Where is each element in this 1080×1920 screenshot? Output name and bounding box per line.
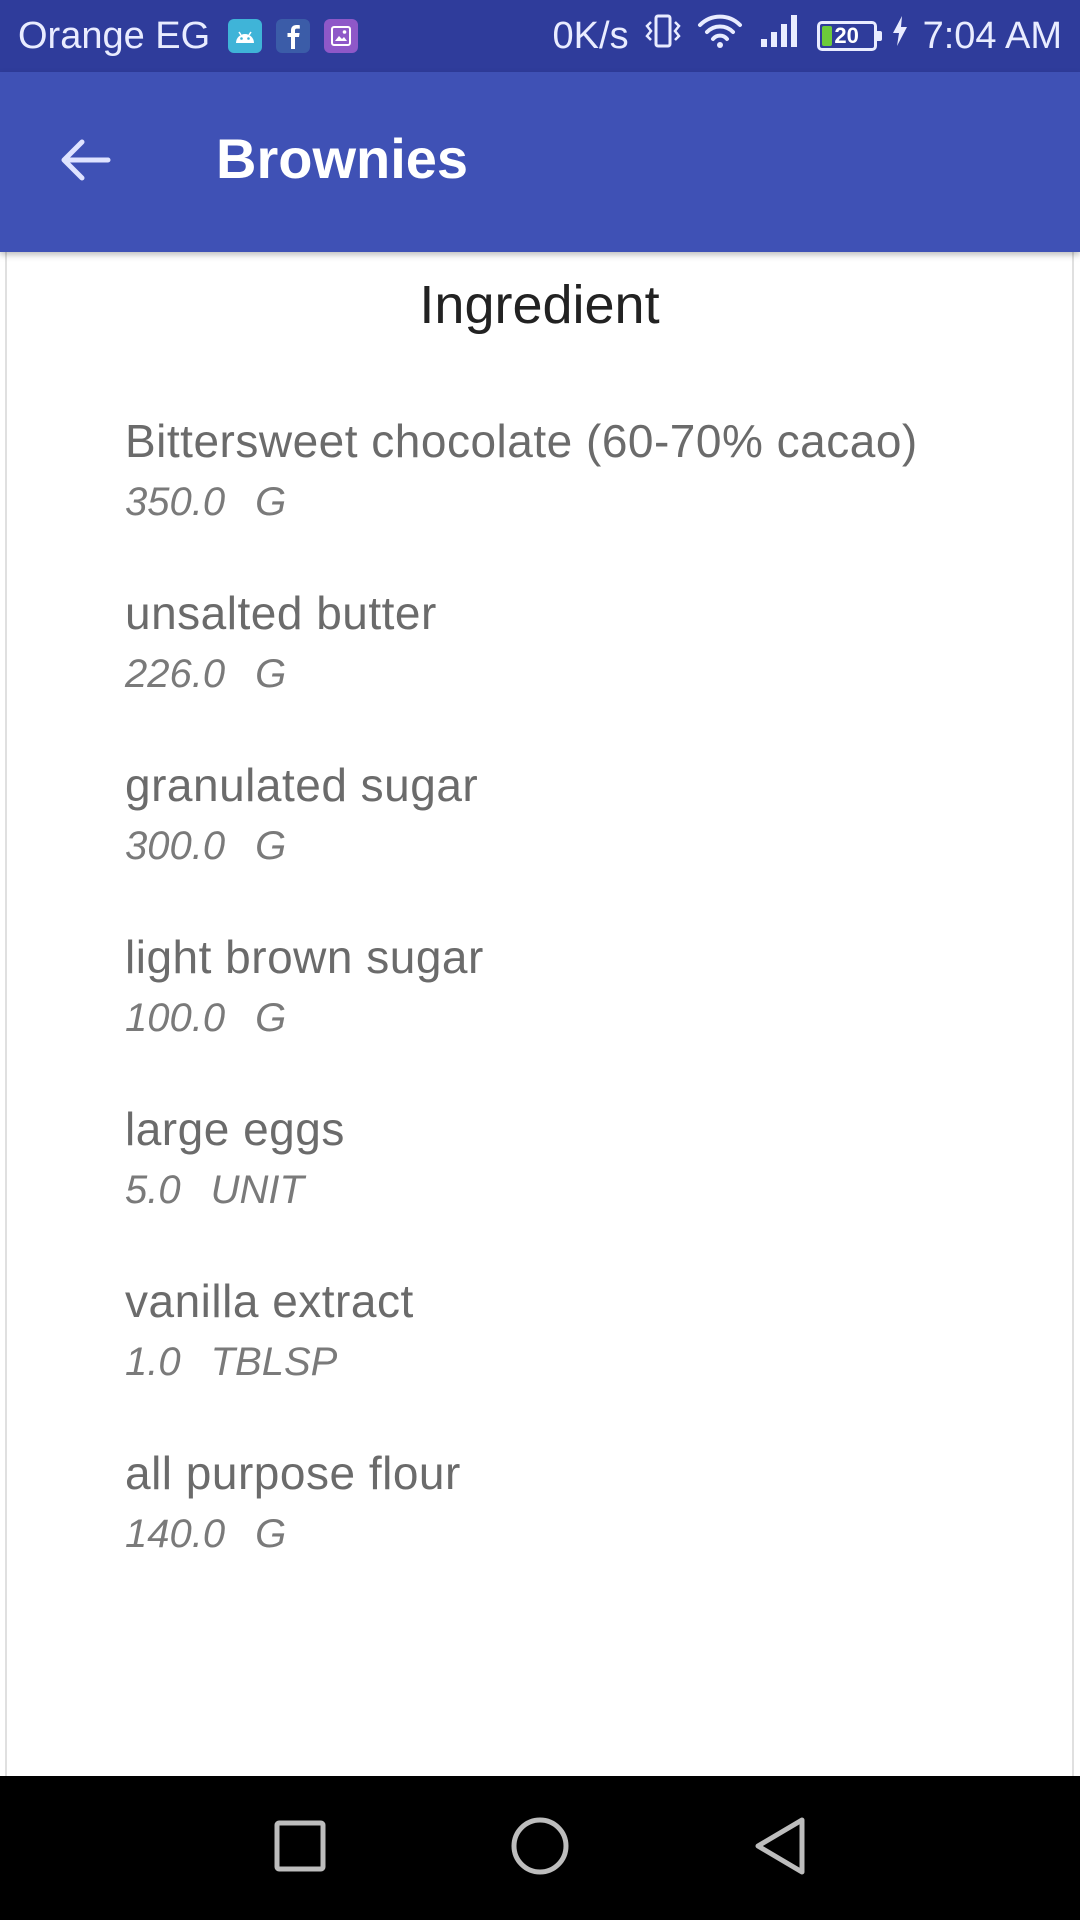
back-button[interactable] (44, 122, 124, 202)
ingredient-name: light brown sugar (125, 931, 484, 983)
ingredient-name: large eggs (125, 1103, 345, 1155)
battery-icon: 20 (816, 21, 882, 51)
section-title: Ingredient (419, 275, 660, 335)
ingredient-quantity: 5.0 UNIT (125, 1164, 945, 1216)
ingredient-panel[interactable]: Ingredient Bittersweet chocolate (60-70%… (5, 252, 1074, 1776)
list-item[interactable]: light brown sugar 100.0 G (125, 928, 945, 1044)
list-item[interactable]: vanilla extract 1.0 TBLSP (125, 1272, 945, 1388)
status-bar: Orange EG 0K/s 20 7:04 AM (0, 0, 1080, 72)
battery-level: 20 (834, 23, 859, 48)
vibrate-icon (643, 13, 683, 59)
list-item[interactable]: granulated sugar 300.0 G (125, 756, 945, 872)
quantity-amount: 140.0 (125, 1512, 226, 1556)
recent-apps-icon (272, 1818, 328, 1879)
quantity-amount: 226.0 (125, 652, 226, 696)
status-left: Orange EG (18, 14, 359, 58)
ingredient-quantity: 1.0 TBLSP (125, 1336, 945, 1388)
quantity-unit: G (255, 824, 287, 868)
battery-fill (821, 26, 832, 46)
net-speed: 0K/s (552, 14, 629, 57)
ingredient-quantity: 300.0 G (125, 820, 945, 872)
wifi-icon (697, 13, 743, 59)
ingredient-quantity: 140.0 G (125, 1508, 945, 1560)
quantity-amount: 100.0 (125, 996, 226, 1040)
app-bar: Brownies (0, 72, 1080, 252)
gallery-icon (324, 19, 359, 53)
android-icon (228, 19, 263, 53)
quantity-unit: G (255, 1512, 287, 1556)
signal-icon (757, 13, 803, 59)
facebook-icon (276, 19, 311, 53)
ingredient-name: unsalted butter (125, 587, 437, 639)
quantity-amount: 300.0 (125, 824, 226, 868)
recent-apps-button[interactable] (255, 1803, 345, 1893)
ingredient-name: granulated sugar (125, 759, 479, 811)
home-icon (509, 1815, 571, 1882)
ingredient-quantity: 100.0 G (125, 992, 945, 1044)
ingredient-name: all purpose flour (125, 1447, 461, 1499)
list-item[interactable]: Bittersweet chocolate (60-70% cacao) 350… (125, 412, 945, 528)
navigation-bar (0, 1776, 1080, 1920)
system-back-button[interactable] (735, 1803, 825, 1893)
status-right: 0K/s 20 7:04 AM (553, 13, 1062, 59)
carrier-name: Orange EG (18, 14, 211, 57)
quantity-unit: TBLSP (210, 1340, 338, 1384)
ingredient-quantity: 226.0 G (125, 648, 945, 700)
quantity-amount: 350.0 (125, 480, 226, 524)
ingredient-name: vanilla extract (125, 1275, 414, 1327)
arrow-back-icon (56, 136, 112, 189)
ingredient-quantity: 350.0 G (125, 476, 945, 528)
home-button[interactable] (495, 1803, 585, 1893)
list-item[interactable]: unsalted butter 226.0 G (125, 584, 945, 700)
ingredient-list[interactable]: Bittersweet chocolate (60-70% cacao) 350… (125, 412, 945, 1616)
quantity-amount: 1.0 (125, 1340, 181, 1384)
clock: 7:04 AM (922, 14, 1062, 57)
quantity-unit: G (255, 480, 287, 524)
list-item[interactable]: all purpose flour 140.0 G (125, 1444, 945, 1560)
quantity-unit: UNIT (210, 1168, 304, 1212)
ingredient-name: Bittersweet chocolate (60-70% cacao) (125, 415, 918, 467)
back-triangle-icon (752, 1815, 808, 1882)
quantity-amount: 5.0 (125, 1168, 181, 1212)
list-item[interactable]: large eggs 5.0 UNIT (125, 1100, 945, 1216)
quantity-unit: G (255, 996, 287, 1040)
quantity-unit: G (255, 652, 287, 696)
page-title: Brownies (216, 127, 469, 190)
charging-icon (891, 14, 909, 58)
